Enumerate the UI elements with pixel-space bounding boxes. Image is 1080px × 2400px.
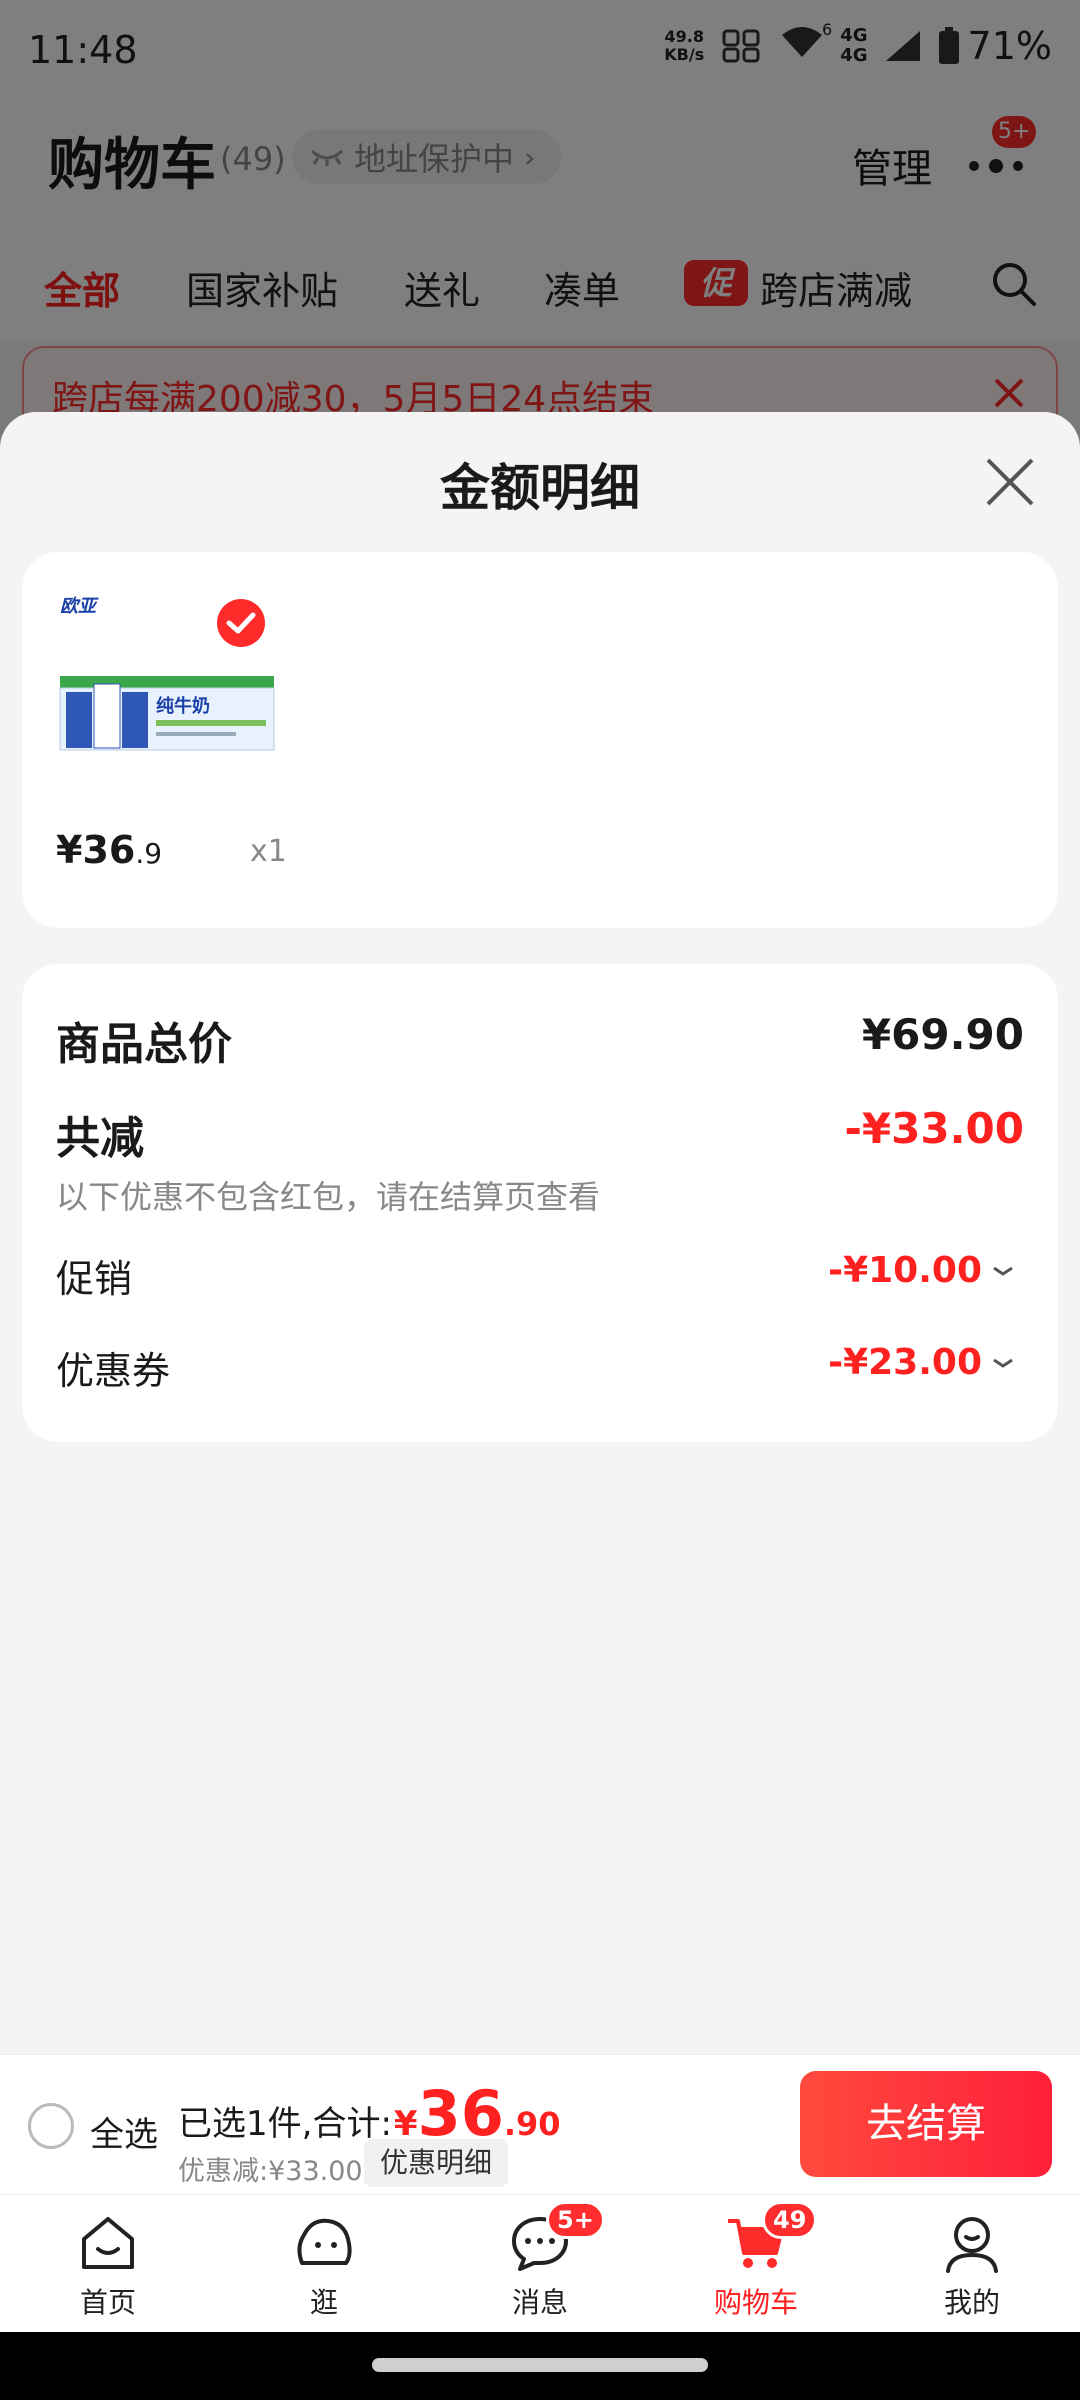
- price-summary-card: 商品总价 ¥69.90 共减 -¥33.00 以下优惠不包含红包，请在结算页查看…: [22, 964, 1058, 1442]
- product-price-symbol: ¥: [56, 828, 83, 872]
- goods-total-value: ¥69.90: [861, 1010, 1024, 1059]
- discount-amount: 优惠减:¥33.00: [178, 2156, 363, 2187]
- tabbar-item-cart[interactable]: 49 购物车: [648, 2195, 864, 2333]
- bottom-tab-bar: 首页 逛 5+ 消息 49 购物车 我的: [0, 2194, 1080, 2332]
- selected-prefix: 已选1件,合计:: [178, 2104, 392, 2144]
- chevron-down-icon: [993, 1358, 1013, 1368]
- tabbar-item-profile[interactable]: 我的: [864, 2195, 1080, 2333]
- promotion-value: -¥10.00: [828, 1250, 982, 1291]
- browse-icon: [297, 2218, 352, 2265]
- home-gesture-handle[interactable]: [372, 2358, 708, 2372]
- product-price-int: 36: [82, 828, 136, 872]
- selected-total: 已选1件,合计: ¥36.90: [178, 2077, 561, 2150]
- goods-total-label: 商品总价: [56, 1019, 232, 1070]
- chevron-down-icon: [993, 1266, 1013, 1276]
- sheet-title: 金额明细: [440, 459, 640, 517]
- promotion-label: 促销: [56, 1257, 133, 1301]
- tabbar-label: 我的: [943, 2286, 1000, 2319]
- product-price-dec: .9: [135, 837, 163, 870]
- checkout-bar: 全选 已选1件,合计: ¥36.90 优惠减:¥33.00 优惠明细 去结算: [0, 2054, 1080, 2194]
- total-symbol: ¥: [393, 2104, 418, 2144]
- promotion-row-value[interactable]: -¥10.00: [828, 1250, 1016, 1291]
- tabbar-label: 逛: [309, 2286, 338, 2319]
- select-all-label[interactable]: 全选: [90, 2107, 158, 2156]
- home-icon: [82, 2217, 134, 2269]
- total-dec: .90: [503, 2105, 561, 2143]
- amount-details-sheet: 金额明细 欧亚 纯牛奶 ¥36.9 x1 商品总价 ¥69.90 共减 -¥33…: [0, 412, 1080, 2332]
- reduction-value: -¥33.00: [844, 1104, 1024, 1153]
- discount-detail-button[interactable]: 优惠明细: [364, 2139, 509, 2187]
- coupon-row-value[interactable]: -¥23.00: [828, 1342, 1016, 1383]
- selected-check-icon[interactable]: [216, 598, 266, 648]
- total-int: 36: [417, 2077, 504, 2150]
- tabbar-item-home[interactable]: 首页: [0, 2195, 216, 2333]
- close-icon[interactable]: [984, 456, 1036, 508]
- reduction-label: 共减: [56, 1113, 144, 1164]
- tabbar-item-messages[interactable]: 5+ 消息: [432, 2195, 648, 2333]
- messages-badge: 5+: [546, 2201, 605, 2239]
- reduction-note: 以下优惠不包含红包，请在结算页查看: [56, 1178, 601, 1216]
- thumb-product-name: 纯牛奶: [156, 695, 210, 717]
- cart-badge: 49: [762, 2201, 818, 2239]
- tabbar-label: 首页: [79, 2286, 136, 2319]
- checkout-button[interactable]: 去结算: [800, 2071, 1052, 2177]
- thumb-logo-text: 欧亚: [60, 596, 99, 617]
- coupon-label: 优惠券: [56, 1349, 171, 1393]
- coupon-value: -¥23.00: [828, 1342, 982, 1383]
- product-quantity: x1: [250, 834, 287, 869]
- system-navigation-bar: [0, 2332, 1080, 2400]
- profile-icon: [946, 2217, 998, 2273]
- select-all-checkbox[interactable]: [28, 2103, 74, 2149]
- tabbar-item-browse[interactable]: 逛: [216, 2195, 432, 2333]
- product-card: 欧亚 纯牛奶 ¥36.9 x1: [22, 552, 1058, 928]
- tabbar-label: 购物车: [713, 2286, 798, 2319]
- tabbar-label: 消息: [511, 2286, 568, 2319]
- product-price: ¥36.9: [56, 828, 162, 872]
